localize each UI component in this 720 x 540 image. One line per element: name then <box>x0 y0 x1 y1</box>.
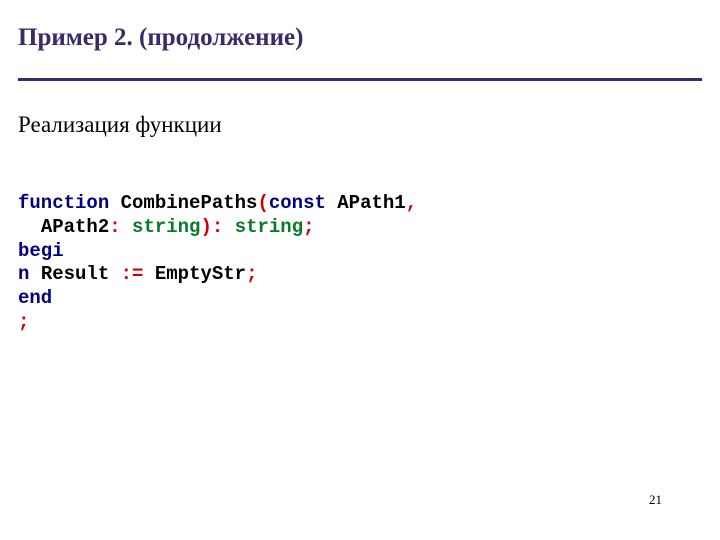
code-line-6: ; <box>18 311 29 333</box>
keyword-begin-part2: n <box>18 263 29 285</box>
code-line-2: APath2: string): string; <box>18 216 315 238</box>
identifier-apath1: APath1 <box>337 192 405 214</box>
semicolon-3: ; <box>18 311 29 333</box>
keyword-begin-part1: begi <box>18 240 64 262</box>
keyword-function: function <box>18 192 109 214</box>
identifier-combinepaths: CombinePaths <box>121 192 258 214</box>
code-line-3: begi <box>18 240 64 262</box>
type-string-2: string <box>235 216 303 238</box>
colon-2: : <box>212 216 235 238</box>
code-block: function CombinePaths(const APath1, APat… <box>18 192 417 335</box>
code-line-5: end <box>18 287 52 309</box>
slide-title: Пример 2. (продолжение) <box>18 24 303 52</box>
keyword-end: end <box>18 287 52 309</box>
keyword-const: const <box>269 192 326 214</box>
space <box>29 263 40 285</box>
page-number: 21 <box>649 492 662 508</box>
identifier-result: Result <box>41 263 109 285</box>
space <box>109 192 120 214</box>
identifier-emptystr: EmptyStr <box>155 263 246 285</box>
horizontal-rule <box>18 78 702 81</box>
paren-open: ( <box>257 192 268 214</box>
indent <box>18 216 41 238</box>
colon: : <box>109 216 132 238</box>
space <box>109 263 120 285</box>
space <box>326 192 337 214</box>
identifier-apath2: APath2 <box>41 216 109 238</box>
code-line-1: function CombinePaths(const APath1, <box>18 192 417 214</box>
semicolon-1: ; <box>303 216 314 238</box>
semicolon-2: ; <box>246 263 257 285</box>
comma: , <box>406 192 417 214</box>
space <box>143 263 154 285</box>
subtitle: Реализация функции <box>18 112 222 138</box>
type-string-1: string <box>132 216 200 238</box>
assign-op: := <box>121 263 144 285</box>
slide: Пример 2. (продолжение) Реализация функц… <box>0 0 720 540</box>
paren-close: ) <box>200 216 211 238</box>
code-line-4: n Result := EmptyStr; <box>18 263 257 285</box>
